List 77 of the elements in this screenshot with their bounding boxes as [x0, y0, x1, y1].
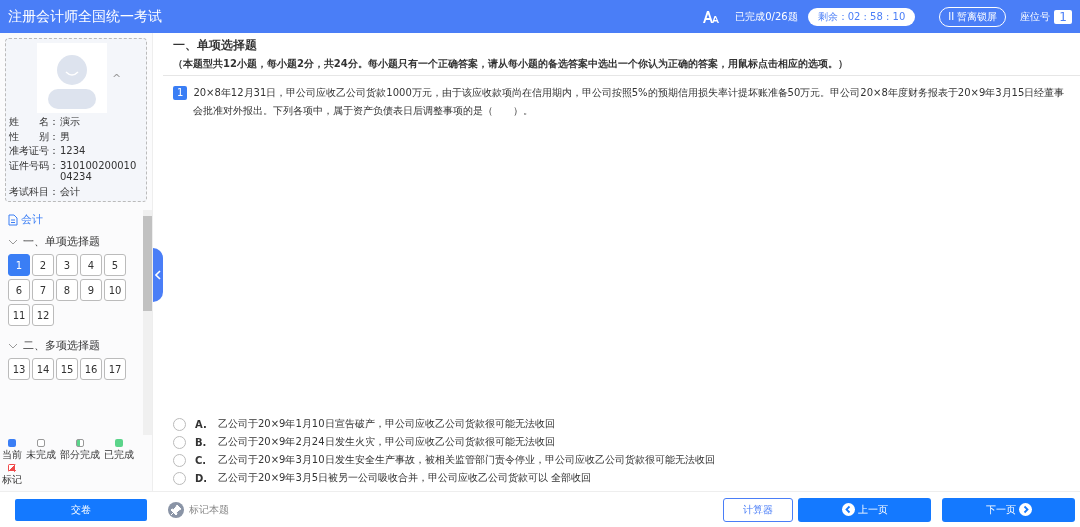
section-instructions: （本题型共12小题，每小题2分，共24分。每小题只有一个正确答案，请从每小题的备选答案中选出一个你认为正确的答案，用鼠标点击相应的选项。）: [173, 57, 849, 71]
question-number-button[interactable]: 2: [32, 254, 54, 276]
legend-label: 标记: [2, 473, 22, 487]
question-number-button[interactable]: 12: [32, 304, 54, 326]
mark-question-button[interactable]: 标记本题: [162, 500, 235, 519]
question-number-button[interactable]: 16: [80, 358, 102, 380]
option-letter: C.: [195, 454, 208, 466]
profile-value: 1234: [60, 145, 86, 157]
question-number-button[interactable]: 6: [8, 279, 30, 301]
profile-value: 男: [60, 130, 70, 142]
legend-label: 未完成: [26, 448, 56, 462]
legend-swatch-icon: [115, 439, 123, 447]
legend-label: 当前: [2, 448, 22, 462]
legend-label: 已完成: [104, 448, 134, 462]
pin-icon: [168, 501, 184, 518]
progress-text: 已完成0/26题: [735, 9, 798, 24]
scrollbar[interactable]: [143, 210, 152, 435]
chevron-left-icon: [841, 503, 855, 516]
seat-number: 1: [1054, 9, 1072, 24]
question-number-button[interactable]: 11: [8, 304, 30, 326]
calculator-button[interactable]: 计算器: [723, 497, 793, 522]
profile-label: 姓 名：: [9, 116, 60, 128]
radio-button[interactable]: [173, 435, 186, 449]
profile-label: 性 别：: [9, 130, 60, 142]
question-number-button[interactable]: 5: [104, 254, 126, 276]
legend-swatch-icon: [76, 439, 84, 447]
option-letter: B.: [195, 436, 208, 448]
option-letter: A.: [195, 418, 208, 430]
radio-button[interactable]: [173, 417, 186, 431]
profile-value: 演示: [60, 116, 80, 128]
seat-label: 座位号: [1020, 9, 1051, 24]
option-letter: D.: [195, 472, 209, 484]
avatar-silhouette: [37, 43, 107, 113]
profile-label: 准考证号：: [9, 145, 60, 157]
radio-button[interactable]: [173, 471, 186, 485]
option-text[interactable]: 乙公司于20×9年1月10日宣告破产，甲公司应收乙公司货款很可能无法收回: [218, 417, 555, 431]
question-number-badge: 1: [173, 86, 188, 100]
option-text[interactable]: 乙公司于20×9年2月24日发生火灾，甲公司应收乙公司货款很可能无法收回: [218, 435, 555, 449]
question-number-button[interactable]: 10: [104, 279, 126, 301]
question-number-button[interactable]: 14: [32, 358, 54, 380]
legend-swatch-icon: [8, 464, 16, 472]
radio-button[interactable]: [173, 453, 186, 467]
previous-page-button[interactable]: 上一页: [798, 497, 931, 522]
font-size-icon[interactable]: [703, 10, 720, 23]
question-number-button[interactable]: 3: [56, 254, 78, 276]
option-text[interactable]: 乙公司于20×9年3月10日发生安全生产事故，被相关监管部门责令停业，甲公司应收乙公司货款很可能无法收回: [218, 453, 715, 467]
profile-value: 310100200010 04234: [60, 159, 138, 183]
question-number-button[interactable]: 8: [56, 279, 78, 301]
countdown-timer: 剩余：02 : 58 : 10: [807, 7, 916, 26]
question-number-button[interactable]: 1: [8, 254, 30, 276]
profile-value: 会计: [60, 185, 80, 197]
question-number-button[interactable]: 9: [80, 279, 102, 301]
subject-name[interactable]: 会计: [21, 212, 43, 227]
profile-label: 考试科目：: [9, 185, 60, 197]
chevron-icon[interactable]: [8, 238, 18, 245]
submit-button[interactable]: 交卷: [15, 498, 147, 521]
question-text: 20×8年12月31日，甲公司应收乙公司货款1000万元，由于该应收款项尚在信用期内，甲公司按照5%的预期信用损失率计提坏账准备50万元。甲公司20×8年度财务报表于20×9年3月15日经董事会批准对外报出。下列各项中，属于资产负债表日后调整事项的是（ ）。: [193, 86, 1066, 118]
legend-swatch-icon: [8, 439, 16, 447]
chevron-right-icon: [1018, 503, 1032, 516]
section-title: 一、单项选择题: [173, 38, 258, 53]
question-number-button[interactable]: 13: [8, 358, 30, 380]
collapse-sidebar-button[interactable]: [153, 248, 163, 302]
question-number-button[interactable]: 4: [80, 254, 102, 276]
chevron-icon[interactable]: [8, 342, 18, 349]
section-heading[interactable]: 二、多项选择题: [23, 338, 100, 353]
section-heading[interactable]: 一、单项选择题: [23, 234, 100, 249]
document-icon: [8, 213, 18, 226]
profile-label: 证件号码：: [9, 159, 60, 173]
option-text[interactable]: 乙公司于20×9年3月5日被另一公司吸收合并，甲公司应收乙公司货款可以 全部收回: [218, 471, 592, 485]
next-page-button[interactable]: 下一页: [942, 497, 1075, 522]
chevron-left-icon: [155, 270, 161, 280]
exam-title: 注册会计师全国统一考试: [8, 7, 162, 26]
question-number-button[interactable]: 17: [104, 358, 126, 380]
question-number-button[interactable]: 15: [56, 358, 78, 380]
legend-label: 部分完成: [60, 448, 100, 462]
legend-swatch-icon: [37, 439, 45, 447]
question-number-button[interactable]: 7: [32, 279, 54, 301]
